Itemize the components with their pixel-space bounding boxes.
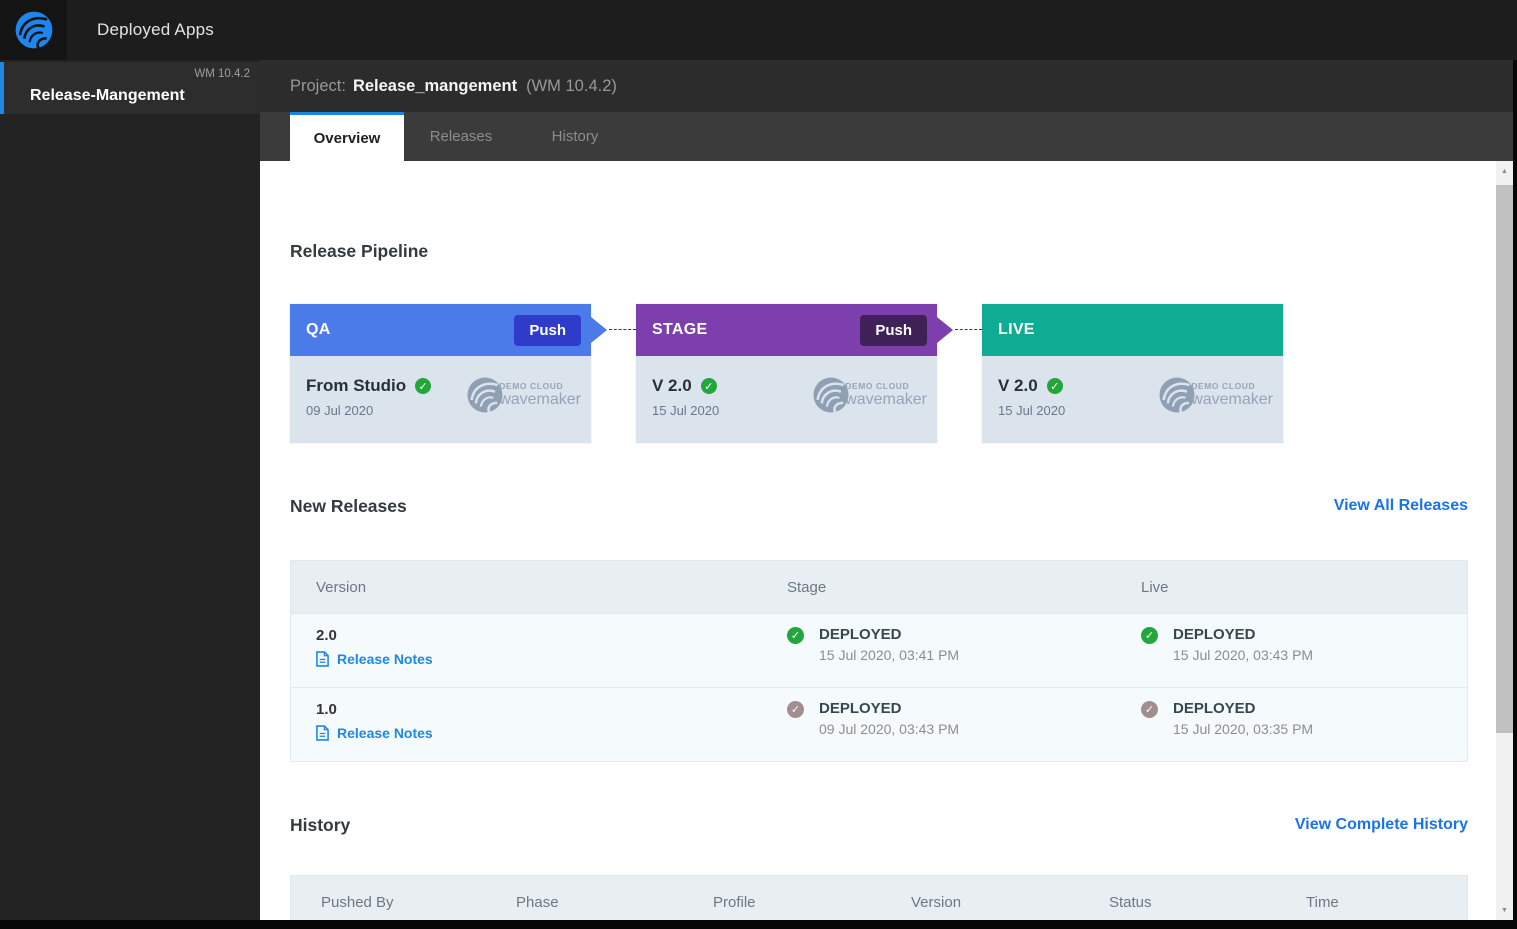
overview-content: Release Pipeline QA Push From Studio ✓ 0… bbox=[260, 161, 1517, 929]
demo-cloud-logo: DEMO CLOUD wavemaker bbox=[1157, 375, 1273, 415]
stage-name: STAGE bbox=[652, 321, 708, 338]
sidebar-item-project[interactable]: WM 10.4.2 Release-Mangement bbox=[0, 62, 260, 114]
release-notes-label: Release Notes bbox=[337, 725, 433, 741]
document-icon bbox=[316, 725, 329, 741]
check-circle-icon: ✓ bbox=[1046, 378, 1063, 394]
wavemaker-label: wavemaker bbox=[499, 391, 581, 408]
status-label: DEPLOYED bbox=[1173, 700, 1256, 717]
pipeline-connector bbox=[591, 304, 636, 356]
sidebar: WM 10.4.2 Release-Mangement bbox=[0, 60, 260, 929]
demo-cloud-label: DEMO CLOUD bbox=[845, 381, 910, 391]
pipeline-connector bbox=[937, 304, 982, 356]
release-notes-link[interactable]: Release Notes bbox=[316, 725, 433, 741]
sidebar-project-version: WM 10.4.2 bbox=[194, 68, 250, 80]
wavemaker-label: wavemaker bbox=[845, 391, 927, 408]
tab-overview[interactable]: Overview bbox=[290, 112, 404, 161]
deployed-version: V 2.0 bbox=[998, 376, 1038, 395]
demo-cloud-logo: DEMO CLOUD wavemaker bbox=[811, 375, 927, 415]
view-complete-history-link[interactable]: View Complete History bbox=[1295, 816, 1468, 834]
view-all-releases-link[interactable]: View All Releases bbox=[1334, 497, 1468, 515]
release-notes-link[interactable]: Release Notes bbox=[316, 651, 433, 667]
stage-status: ✓ DEPLOYED 09 Jul 2020, 03:43 PM bbox=[787, 700, 959, 737]
app-window: Deployed Apps WM 10.4.2 Release-Mangemen… bbox=[0, 0, 1517, 929]
scroll-up-icon[interactable]: ▲ bbox=[1496, 163, 1513, 180]
column-live: Live bbox=[1141, 578, 1169, 596]
deploy-date: 09 Jul 2020 bbox=[306, 403, 374, 418]
sidebar-project-name: Release-Mangement bbox=[30, 87, 185, 104]
push-button-stage[interactable]: Push bbox=[860, 314, 927, 346]
demo-cloud-label: DEMO CLOUD bbox=[1191, 381, 1256, 391]
pipeline-card-qa-body: From Studio ✓ 09 Jul 2020 DEMO CLOUD wav… bbox=[290, 356, 591, 443]
pipeline-card-stage-body: V 2.0 ✓ 15 Jul 2020 DEMO CLOUD wavemaker bbox=[636, 356, 937, 443]
wavemaker-logo-icon bbox=[15, 11, 52, 49]
demo-cloud-label: DEMO CLOUD bbox=[499, 381, 564, 391]
release-pipeline: QA Push From Studio ✓ 09 Jul 2020 DEMO C… bbox=[290, 304, 1283, 443]
status-label: DEPLOYED bbox=[819, 626, 902, 643]
pipeline-card-stage: STAGE Push V 2.0 ✓ 15 Jul 2020 DEMO CLOU… bbox=[636, 304, 953, 443]
status-label: DEPLOYED bbox=[1173, 626, 1256, 643]
pipeline-card-live-body: V 2.0 ✓ 15 Jul 2020 DEMO CLOUD wavemaker bbox=[982, 356, 1283, 443]
deployed-check-icon: ✓ bbox=[1141, 701, 1158, 718]
pipeline-card-qa-header: QA Push bbox=[290, 304, 607, 356]
project-label: Project: bbox=[290, 76, 346, 95]
status-time: 15 Jul 2020, 03:35 PM bbox=[1173, 721, 1314, 737]
top-bar: Deployed Apps bbox=[0, 0, 1517, 60]
vertical-scrollbar[interactable]: ▲ ▼ bbox=[1496, 161, 1513, 929]
status-time: 15 Jul 2020, 03:43 PM bbox=[1173, 647, 1314, 663]
demo-cloud-logo: DEMO CLOUD wavemaker bbox=[465, 375, 581, 415]
deployed-check-icon: ✓ bbox=[787, 701, 804, 718]
push-button-qa[interactable]: Push bbox=[514, 314, 581, 346]
deployed-version: From Studio bbox=[306, 376, 407, 395]
status-label: DEPLOYED bbox=[819, 700, 902, 717]
page-title: Deployed Apps bbox=[97, 20, 214, 39]
deployed-version: V 2.0 bbox=[652, 376, 692, 395]
deployed-check-icon: ✓ bbox=[787, 627, 804, 644]
new-releases-title: New Releases bbox=[290, 496, 407, 516]
stage-name: LIVE bbox=[998, 321, 1035, 338]
project-header: Project: Release_mangement (WM 10.4.2) bbox=[260, 60, 1517, 112]
window-edge-bottom bbox=[0, 920, 1517, 929]
pipeline-card-stage-header: STAGE Push bbox=[636, 304, 953, 356]
window-edge-right bbox=[1513, 60, 1517, 929]
deployed-check-icon: ✓ bbox=[1141, 627, 1158, 644]
check-circle-icon: ✓ bbox=[415, 378, 432, 394]
status-time: 09 Jul 2020, 03:43 PM bbox=[819, 721, 960, 737]
live-status: ✓ DEPLOYED 15 Jul 2020, 03:43 PM bbox=[1141, 626, 1313, 663]
scrollbar-thumb[interactable] bbox=[1496, 185, 1513, 733]
deploy-date: 15 Jul 2020 bbox=[998, 403, 1066, 418]
live-status: ✓ DEPLOYED 15 Jul 2020, 03:35 PM bbox=[1141, 700, 1313, 737]
new-releases-table-header: Version Stage Live bbox=[290, 560, 1468, 614]
project-version: (WM 10.4.2) bbox=[526, 76, 617, 95]
stage-name: QA bbox=[306, 321, 331, 338]
release-row: 1.0 Release Notes ✓ DEPLOYED 09 Jul 2020… bbox=[290, 688, 1468, 762]
check-circle-icon: ✓ bbox=[700, 378, 717, 394]
document-icon bbox=[316, 651, 329, 667]
tab-bar: Overview Releases History bbox=[260, 112, 1517, 161]
release-version: 1.0 bbox=[316, 701, 337, 718]
wavemaker-label: wavemaker bbox=[1191, 391, 1273, 408]
release-version: 2.0 bbox=[316, 627, 337, 644]
deploy-date: 15 Jul 2020 bbox=[652, 403, 720, 418]
column-version: Version bbox=[316, 578, 367, 596]
release-pipeline-title: Release Pipeline bbox=[290, 241, 429, 261]
column-stage: Stage bbox=[787, 578, 827, 596]
home-logo-button[interactable] bbox=[0, 0, 67, 60]
pipeline-card-qa: QA Push From Studio ✓ 09 Jul 2020 DEMO C… bbox=[290, 304, 607, 443]
release-row: 2.0 Release Notes ✓ DEPLOYED 15 Jul 2020… bbox=[290, 614, 1468, 688]
tab-releases[interactable]: Releases bbox=[404, 112, 518, 161]
tab-history[interactable]: History bbox=[518, 112, 632, 161]
status-time: 15 Jul 2020, 03:41 PM bbox=[819, 647, 960, 663]
release-notes-label: Release Notes bbox=[337, 651, 433, 667]
pipeline-card-live-header: LIVE bbox=[982, 304, 1283, 356]
pipeline-card-live: LIVE V 2.0 ✓ 15 Jul 2020 DEMO CLOUD wave… bbox=[982, 304, 1283, 443]
project-name: Release_mangement bbox=[352, 76, 518, 95]
scroll-down-icon[interactable]: ▼ bbox=[1496, 902, 1513, 919]
main-panel: Project: Release_mangement (WM 10.4.2) O… bbox=[260, 60, 1517, 929]
stage-status: ✓ DEPLOYED 15 Jul 2020, 03:41 PM bbox=[787, 626, 959, 663]
history-title: History bbox=[290, 815, 351, 835]
